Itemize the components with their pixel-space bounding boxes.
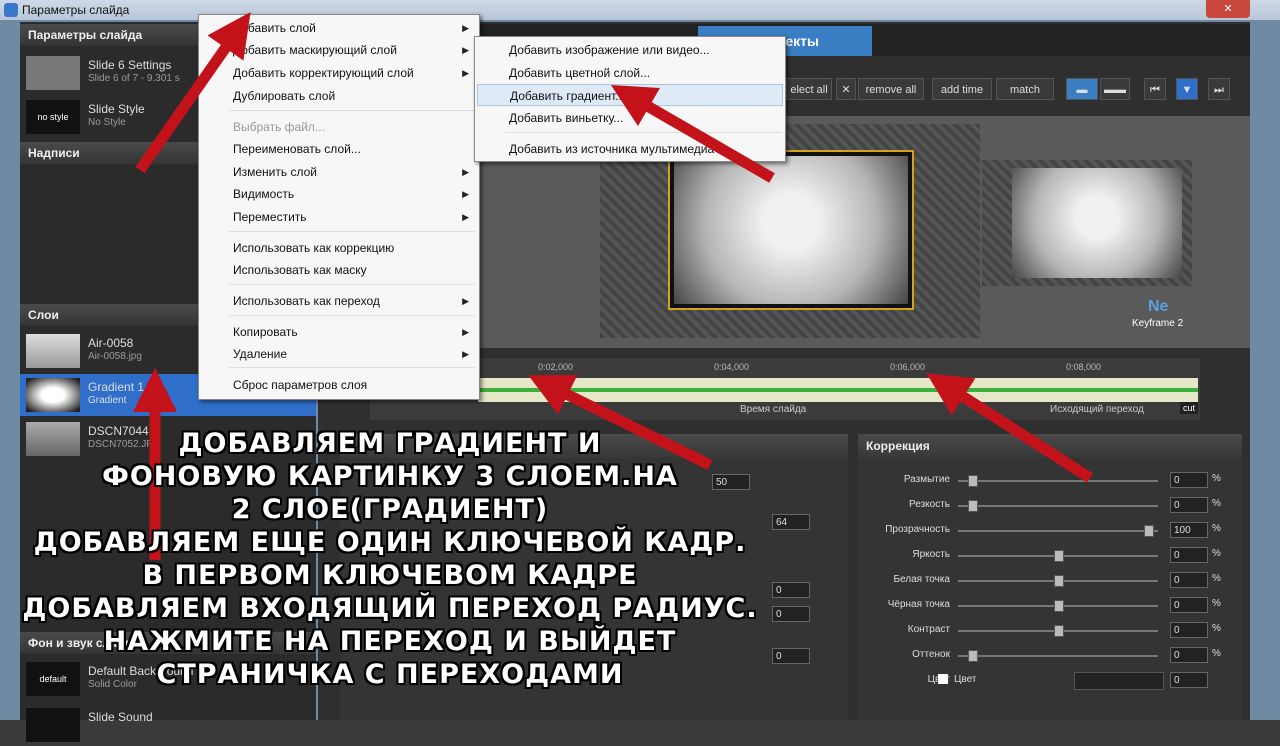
arrow-to-transition — [926, 373, 1093, 483]
arrow-to-add-gradient — [610, 84, 775, 183]
caption-line: ДОБАВЛЯЕМ ГРАДИЕНТ И — [178, 428, 602, 459]
caption-line: 2 СЛОЕ(ГРАДИЕНТ) — [231, 494, 549, 525]
caption-line: СТРАНИЧКА С ПЕРЕХОДАМИ — [156, 659, 624, 690]
caption-line: ФОНОВУЮ КАРТИНКУ 3 СЛОЕМ.НА — [102, 461, 678, 492]
caption-line: В ПЕРВОМ КЛЮЧЕВОМ КАДРЕ — [142, 560, 638, 591]
arrow-to-add-layer — [135, 11, 251, 174]
caption-line: ДОБАВЛЯЕМ ЕЩЕ ОДИН КЛЮЧЕВОЙ КАДР. — [33, 527, 747, 558]
caption-line: НАЖМИТЕ НА ПЕРЕХОД И ВЫЙДЕТ — [103, 626, 677, 657]
caption-line: ДОБАВЛЯЕМ ВХОДЯЩИЙ ПЕРЕХОД РАДИУС. — [22, 593, 758, 624]
